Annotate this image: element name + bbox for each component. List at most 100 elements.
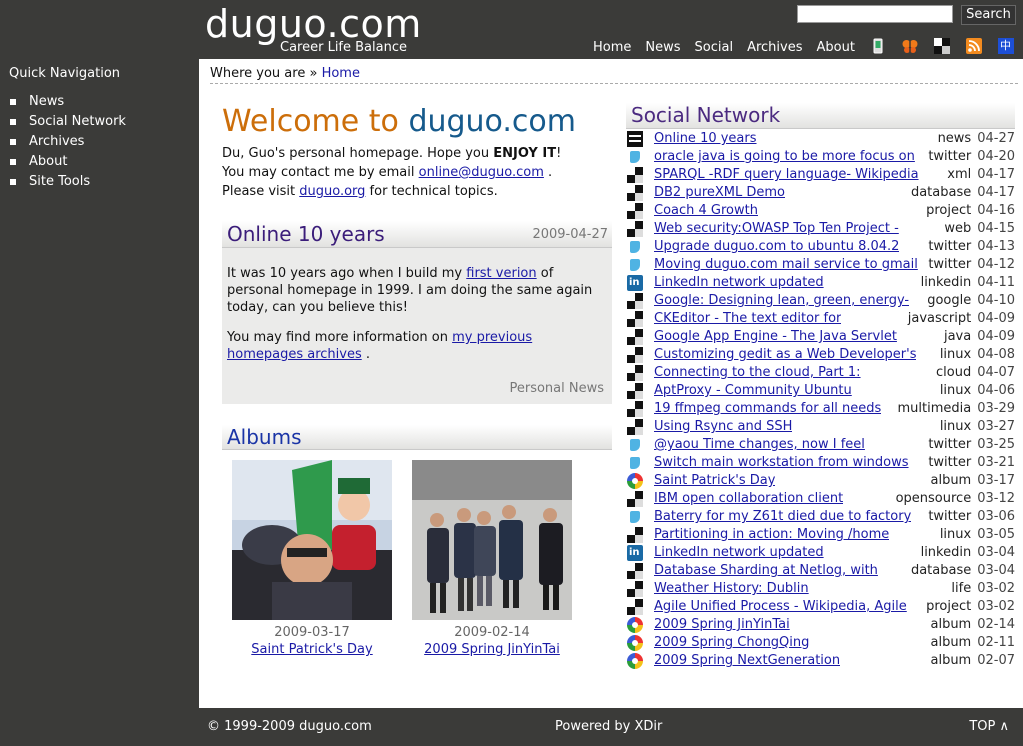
search-button[interactable]: Search [961, 5, 1016, 25]
social-item-date: 02-07 [977, 653, 1015, 668]
intro-line3-a: Please visit [222, 184, 300, 199]
album-name-link[interactable]: Saint Patrick's Day [232, 641, 392, 658]
social-item: Online 10 years news 04-27 [626, 130, 1015, 148]
album-photo-spring-jinyintai[interactable] [412, 460, 572, 620]
social-network-title[interactable]: Social Network [631, 103, 780, 127]
search-input[interactable] [797, 5, 953, 23]
social-item-date: 03-12 [977, 491, 1015, 506]
nav-news[interactable]: News [645, 40, 680, 55]
email-link[interactable]: online@duguo.com [419, 165, 544, 180]
back-to-top-link[interactable]: TOP ∧ [969, 719, 1009, 734]
social-item-category: news [937, 131, 972, 146]
sidebar-item-news[interactable]: News [10, 94, 126, 114]
social-item-title-link[interactable]: Connecting to the cloud, Part 1: [654, 364, 861, 382]
social-item-title-link[interactable]: Database Sharding at Netlog, with [654, 562, 878, 580]
social-item-category: life [951, 581, 972, 596]
social-item-title-link[interactable]: Upgrade duguo.com to ubuntu 8.04.2 [654, 238, 899, 256]
social-item-date: 04-10 [977, 293, 1015, 308]
nav-home[interactable]: Home [593, 40, 631, 55]
butterfly-icon[interactable] [902, 38, 918, 54]
social-item-title-link[interactable]: Online 10 years [654, 130, 757, 148]
social-item-meta: linkedin 04-11 [921, 274, 1015, 292]
social-item-title-link[interactable]: Coach 4 Growth [654, 202, 758, 220]
social-item-title-link[interactable]: 2009 Spring NextGeneration [654, 652, 840, 670]
album-link-saint-patricks-day[interactable]: Saint Patrick's Day [251, 642, 372, 657]
album-date: 2009-03-17 [274, 625, 350, 640]
social-item-title-link[interactable]: Saint Patrick's Day [654, 472, 775, 490]
mobile-icon[interactable] [870, 38, 886, 54]
nav-about[interactable]: About [817, 40, 855, 55]
social-item-title-link[interactable]: Using Rsync and SSH [654, 418, 792, 436]
social-item-title-link[interactable]: Web security:OWASP Top Ten Project - [654, 220, 899, 238]
social-item-title-link[interactable]: CKEditor - The text editor for [654, 310, 841, 328]
album-name-link[interactable]: 2009 Spring JinYinTai [412, 641, 572, 658]
delicious-icon[interactable] [934, 38, 950, 54]
sidebar-item-site-tools[interactable]: Site Tools [10, 174, 126, 194]
social-item-title-link[interactable]: Google: Designing lean, green, energy- [654, 292, 909, 310]
delicious-icon [627, 293, 643, 309]
post-category[interactable]: Personal News [509, 381, 604, 396]
duguo-org-link[interactable]: duguo.org [299, 184, 365, 199]
social-item-meta: javascript 04-09 [908, 310, 1015, 328]
album-card: 2009-02-14 2009 Spring JinYinTai [412, 460, 572, 658]
social-item-title-link[interactable]: LinkedIn network updated [654, 544, 824, 562]
news-post: Online 10 years 2009-04-27 It was 10 yea… [222, 221, 612, 404]
social-item-meta: database 03-04 [911, 562, 1015, 580]
picasa-icon [627, 653, 643, 669]
post-title[interactable]: Online 10 years [227, 222, 385, 246]
intro-line3-b: for technical topics. [365, 184, 498, 199]
sidebar-item-about[interactable]: About [10, 154, 126, 174]
sidebar-item-social-network[interactable]: Social Network [10, 114, 126, 134]
social-item-title-link[interactable]: Weather History: Dublin [654, 580, 809, 598]
nav-social[interactable]: Social [695, 40, 734, 55]
nav-archives[interactable]: Archives [747, 40, 802, 55]
social-item-title-link[interactable]: AptProxy - Community Ubuntu [654, 382, 852, 400]
social-item-title-link[interactable]: Partitioning in action: Moving /home [654, 526, 889, 544]
social-item-title-link[interactable]: 2009 Spring JinYinTai [654, 616, 790, 634]
breadcrumb-home-link[interactable]: Home [322, 66, 360, 81]
album-card: 2009-03-17 Saint Patrick's Day [232, 460, 392, 658]
social-item-title-link[interactable]: 2009 Spring ChongQing [654, 634, 809, 652]
breadcrumb: Where you are » Home [210, 66, 1018, 84]
social-item-title-link[interactable]: Google App Engine - The Java Servlet [654, 328, 897, 346]
social-item-title-link[interactable]: Baterry for my Z61t died due to factory [654, 508, 911, 526]
twitter-icon [627, 149, 643, 165]
social-item-date: 04-15 [977, 221, 1015, 236]
social-item-title-link[interactable]: LinkedIn network updated [654, 274, 824, 292]
social-item-title-link[interactable]: Agile Unified Process - Wikipedia, Agile [654, 598, 907, 616]
social-item-meta: database 04-17 [911, 184, 1015, 202]
social-item-meta: multimedia 03-29 [898, 400, 1016, 418]
footer-powered-by[interactable]: Powered by XDir [555, 719, 662, 734]
sidebar-item-archives[interactable]: Archives [10, 134, 126, 154]
intro-line2-b: . [543, 165, 553, 180]
social-item-date: 03-21 [977, 455, 1015, 470]
chinese-language-icon[interactable]: 中 [998, 38, 1014, 54]
album-photo-saint-patricks-day[interactable] [232, 460, 392, 620]
welcome-heading-part2: duguo.com [408, 104, 576, 139]
social-item-title-link[interactable]: Switch main workstation from windows [654, 454, 909, 472]
social-item-category: album [930, 617, 972, 632]
social-item-title-link[interactable]: 19 ffmpeg commands for all needs [654, 400, 881, 418]
album-link-spring-jinyintai[interactable]: 2009 Spring JinYinTai [424, 642, 560, 657]
social-item: AptProxy - Community Ubuntu linux 04-06 [626, 382, 1015, 400]
social-item-title-link[interactable]: @yaou Time changes, now I feel [654, 436, 865, 454]
social-item-title-link[interactable]: DB2 pureXML Demo [654, 184, 785, 202]
social-item-title-link[interactable]: Customizing gedit as a Web Developer's [654, 346, 916, 364]
social-item-date: 03-25 [977, 437, 1015, 452]
social-item-title-link[interactable]: IBM open collaboration client [654, 490, 843, 508]
quick-navigation-title: Quick Navigation [9, 66, 121, 81]
social-item-date: 04-17 [977, 185, 1015, 200]
social-item-title-link[interactable]: oracle java is going to be more focus on [654, 148, 915, 166]
social-item-meta: twitter 03-25 [928, 436, 1015, 454]
social-item-title-link[interactable]: Moving duguo.com mail service to gmail [654, 256, 918, 274]
social-item-date: 03-02 [977, 581, 1015, 596]
social-item: Upgrade duguo.com to ubuntu 8.04.2 twitte… [626, 238, 1015, 256]
albums-title[interactable]: Albums [227, 425, 302, 449]
social-item-meta: twitter 04-13 [928, 238, 1015, 256]
social-item-title-link[interactable]: SPARQL -RDF query language- Wikipedia [654, 166, 919, 184]
first-version-link[interactable]: first verion [466, 266, 536, 281]
rss-icon[interactable] [966, 38, 982, 54]
social-item: oracle java is going to be more focus on… [626, 148, 1015, 166]
social-item-category: twitter [928, 239, 972, 254]
social-item-meta: opensource 03-12 [896, 490, 1015, 508]
